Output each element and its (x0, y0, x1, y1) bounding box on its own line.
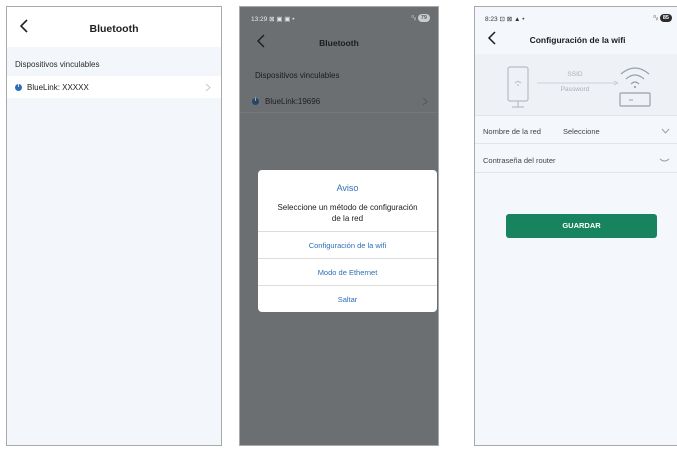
save-button[interactable]: GUARDAR (506, 214, 657, 238)
router-password-label: Contraseña del router (483, 156, 556, 165)
network-select[interactable]: Seleccione (563, 127, 600, 136)
signal-icon: ⁰ᵢₗ (653, 15, 659, 22)
wifi-config-option[interactable]: Configuración de la wifi (258, 231, 437, 258)
device-row[interactable]: i BlueLink: XXXXX (7, 76, 221, 98)
device-name: BlueLink: XXXXX (27, 83, 89, 92)
wifi-config-screen: 8:23 ⊡ ⊠ ▲ • ⁰ᵢₗ 85 Configuración de la … (474, 6, 677, 446)
router-icon (619, 67, 651, 107)
bluetooth-screen: Bluetooth Dispositivos vinculables i Blu… (6, 6, 222, 446)
dialog-title: Aviso (336, 183, 359, 193)
chevron-right-icon (422, 97, 428, 106)
status-bar-right: ⁰ᵢₗ 85 (653, 14, 672, 23)
app-header: Bluetooth (7, 7, 221, 47)
skip-option[interactable]: Saltar (258, 285, 437, 312)
page-title: Bluetooth (319, 38, 359, 48)
signal-icon: ⁰ᵢₗ (411, 15, 417, 22)
chevron-right-icon (205, 83, 211, 92)
ssid-label: SSID (567, 71, 583, 78)
password-label: Password (560, 86, 590, 93)
network-method-screen: 13:29 ⊠ ▣ ▣ • ⁰ᵢₗ 79 Bluetooth Dispositi… (239, 6, 439, 446)
eye-closed-icon[interactable] (659, 158, 670, 163)
status-bar-time: 13:29 ⊠ ▣ ▣ • (251, 16, 295, 23)
section-label: Dispositivos vinculables (15, 60, 100, 69)
dialog-message: Seleccione un método de configuración de… (277, 203, 418, 223)
battery-icon: 85 (659, 14, 672, 23)
info-icon: i (252, 97, 259, 105)
section-label: Dispositivos vinculables (255, 71, 340, 80)
status-bar-right: ⁰ᵢₗ 79 (411, 14, 430, 23)
manual-figure: Bluetooth Dispositivos vinculables i Blu… (0, 0, 677, 451)
phone-device-icon (507, 66, 529, 108)
device-name: BlueLink:19696 (265, 97, 321, 106)
divider (475, 172, 677, 173)
page-title: Bluetooth (89, 23, 139, 35)
wifi-illustration: SSID Password (475, 54, 677, 116)
page-title: Configuración de la wifi (529, 35, 626, 45)
info-icon: i (15, 83, 22, 91)
battery-icon: 79 (417, 14, 430, 23)
device-row[interactable]: i BlueLink:19696 (240, 91, 438, 113)
connection-arrow-icon (537, 80, 619, 86)
network-method-dialog: Aviso Seleccione un método de configurac… (258, 170, 437, 312)
status-bar-time: 8:23 ⊡ ⊠ ▲ • (485, 16, 525, 23)
divider (475, 143, 677, 144)
network-name-label: Nombre de la red (483, 127, 541, 136)
ethernet-mode-option[interactable]: Modo de Ethernet (258, 258, 437, 285)
chevron-down-icon[interactable] (661, 128, 670, 134)
